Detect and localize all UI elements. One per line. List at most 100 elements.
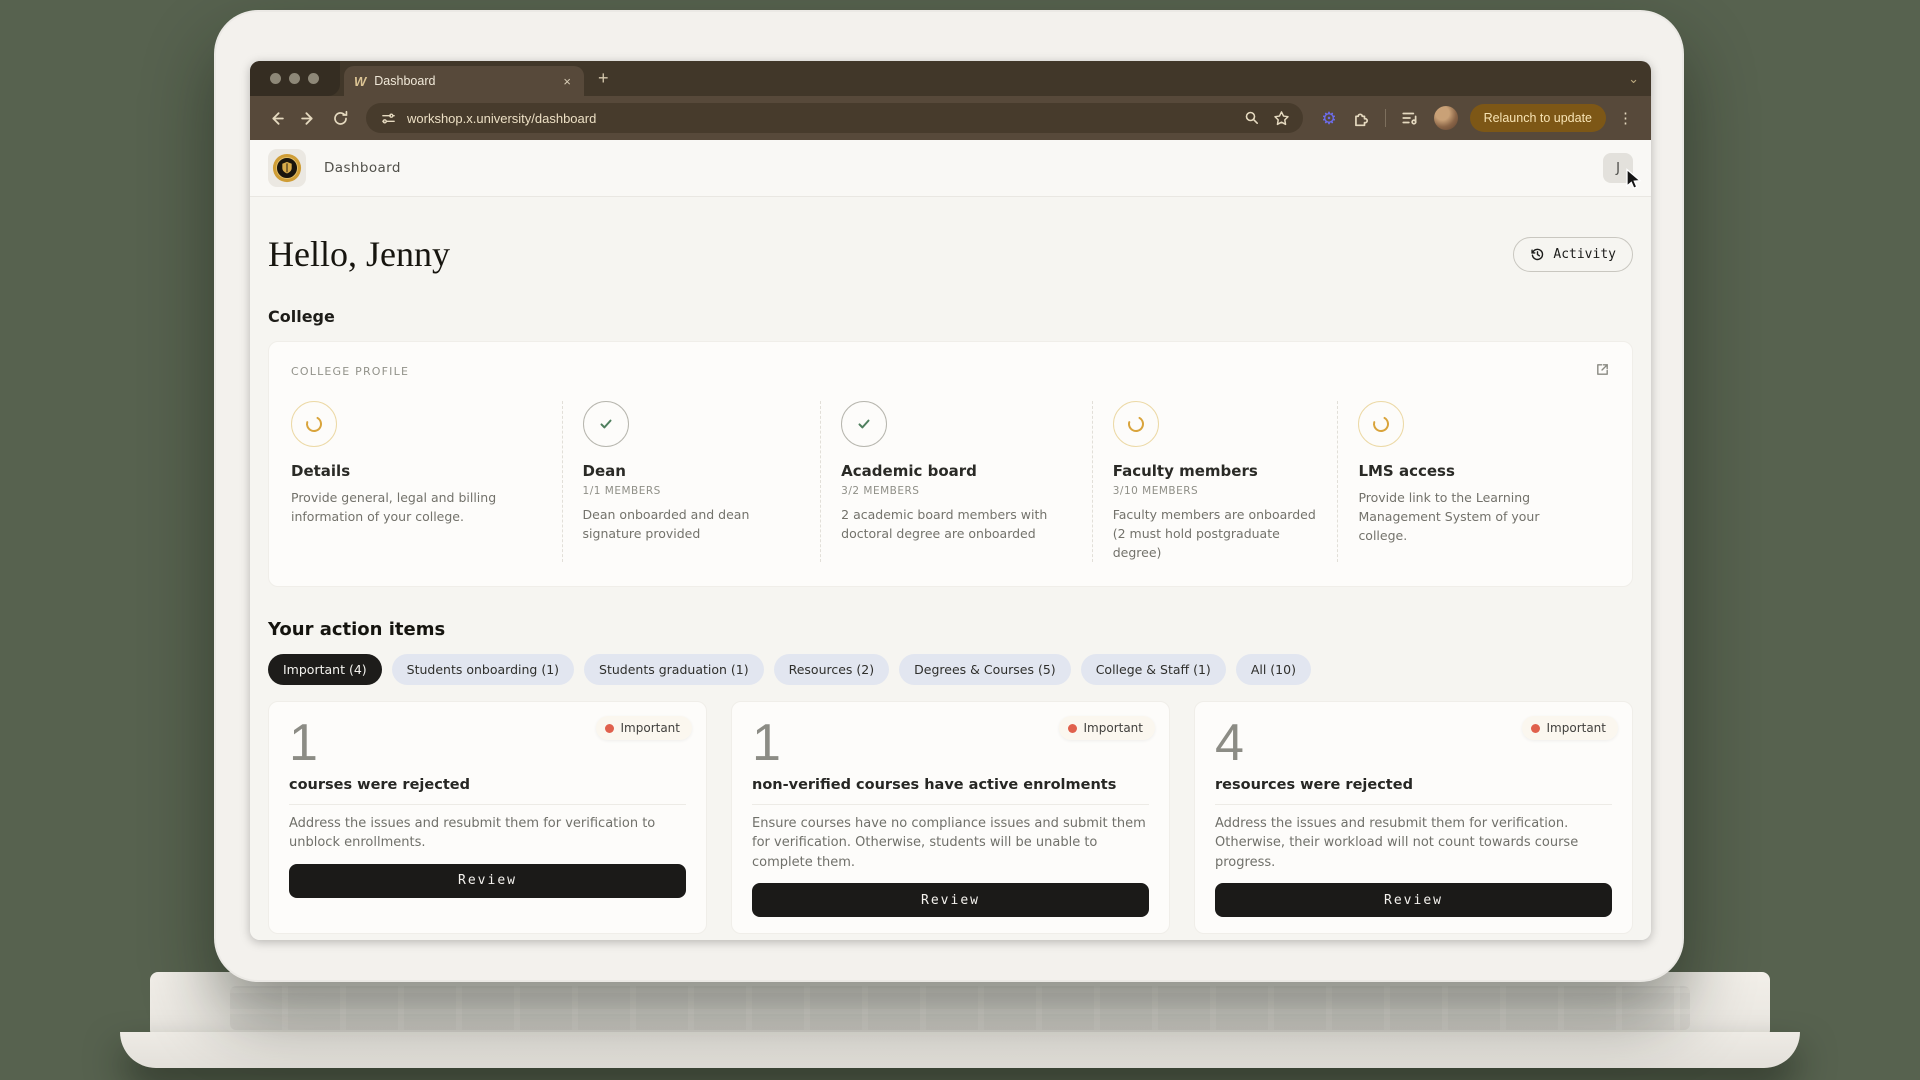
relaunch-to-update-button[interactable]: Relaunch to update <box>1469 104 1606 132</box>
window-maximize-button[interactable] <box>308 73 319 84</box>
card-description: Ensure courses have no compliance issues… <box>752 815 1146 870</box>
important-badge: Important <box>1058 716 1155 741</box>
page-title: Dashboard <box>324 160 401 176</box>
filter-pill[interactable]: Resources (2) <box>773 654 890 686</box>
filter-pill[interactable]: All (10) <box>1235 654 1311 686</box>
browser-tab-dashboard[interactable]: W Dashboard × <box>344 66 584 96</box>
card-description: Address the issues and resubmit them for… <box>289 815 656 851</box>
college-profile-item: Academic board 3/2 MEMBERS 2 academic bo… <box>821 401 1093 563</box>
tab-title: Dashboard <box>374 74 436 88</box>
reload-icon[interactable] <box>328 106 352 130</box>
college-profile-card: COLLEGE PROFILE Details Provide general,… <box>268 341 1633 588</box>
important-dot-icon <box>1067 723 1077 733</box>
college-profile-item: Details Provide general, legal and billi… <box>291 401 563 563</box>
college-profile-item: Faculty members 3/10 MEMBERS Faculty mem… <box>1093 401 1339 563</box>
site-settings-icon[interactable] <box>378 106 398 130</box>
activity-button-label: Activity <box>1553 246 1616 262</box>
window-close-button[interactable] <box>270 73 281 84</box>
tab-list-chevron-icon[interactable]: ⌄ <box>1628 61 1639 96</box>
badge-label: Important <box>1083 721 1144 736</box>
browser-tab-bar: W Dashboard × + ⌄ <box>250 61 1651 96</box>
scene: W Dashboard × + ⌄ workshop.x.university/… <box>0 0 1920 1080</box>
profile-item-description: 2 academic board members with doctoral d… <box>841 507 1048 541</box>
profile-item-title: Academic board <box>841 462 977 480</box>
check-icon <box>600 419 612 429</box>
card-description: Address the issues and resubmit them for… <box>1215 815 1579 870</box>
review-button[interactable]: Review <box>289 863 686 898</box>
action-card: Important 1 courses were rejected Addres… <box>268 701 707 935</box>
progress-spinner-icon <box>1373 416 1390 432</box>
laptop-keyboard <box>230 986 1690 1030</box>
review-button[interactable]: Review <box>1215 883 1612 918</box>
status-circle-icon <box>582 401 629 447</box>
status-circle-icon <box>1358 401 1405 447</box>
filter-pill[interactable]: Degrees & Courses (5) <box>899 654 1071 686</box>
address-bar[interactable]: workshop.x.university/dashboard <box>366 103 1304 133</box>
status-circle-icon <box>1112 401 1159 447</box>
extensions-puzzle-icon[interactable] <box>1349 106 1373 130</box>
important-badge: Important <box>1521 716 1618 741</box>
progress-spinner-icon <box>306 416 322 432</box>
app-header: Dashboard J <box>250 140 1651 197</box>
tab-close-icon[interactable]: × <box>560 74 574 89</box>
open-profile-icon[interactable] <box>1595 362 1610 381</box>
college-profile-item: LMS access Provide link to the Learning … <box>1338 401 1610 562</box>
profile-item-description: Provide link to the Learning Management … <box>1358 490 1540 543</box>
profile-item-title: LMS access <box>1358 462 1455 480</box>
action-items-heading: Your action items <box>268 619 446 641</box>
profile-item-description: Provide general, legal and billing infor… <box>291 490 497 524</box>
profile-item-title: Faculty members <box>1112 462 1258 480</box>
important-badge: Important <box>595 716 692 741</box>
filter-pill[interactable]: Students onboarding (1) <box>391 654 575 686</box>
browser-menu-icon[interactable]: ⋮ <box>1614 109 1637 127</box>
profile-item-title: Dean <box>582 462 626 480</box>
card-divider <box>289 803 686 805</box>
card-divider <box>1215 803 1612 805</box>
crest-logo-icon <box>272 153 302 183</box>
toolbar-divider <box>1384 109 1386 127</box>
important-dot-icon <box>604 723 614 733</box>
filter-pill[interactable]: College & Staff (1) <box>1080 654 1226 686</box>
zoom-icon[interactable] <box>1242 106 1262 130</box>
back-icon[interactable] <box>264 106 288 130</box>
bookmark-star-icon[interactable] <box>1271 106 1291 130</box>
browser-profile-avatar[interactable] <box>1433 106 1458 130</box>
url-text[interactable]: workshop.x.university/dashboard <box>407 111 1233 126</box>
browser-toolbar: workshop.x.university/dashboard ⚙ Relaun… <box>250 96 1651 140</box>
important-dot-icon <box>1530 723 1540 733</box>
history-icon <box>1531 248 1544 260</box>
filter-pills: Important (4) Students onboarding (1) Stud… <box>268 654 1633 686</box>
update-gear-icon[interactable]: ⚙ <box>1317 110 1340 127</box>
dashboard-page: Dashboard J Hello, Jenny Activity Colleg… <box>250 140 1651 940</box>
browser-window: W Dashboard × + ⌄ workshop.x.university/… <box>250 61 1651 940</box>
check-icon <box>858 419 870 429</box>
action-cards: Important 1 courses were rejected Addres… <box>268 701 1633 935</box>
review-button[interactable]: Review <box>752 883 1149 918</box>
new-tab-button[interactable]: + <box>584 61 623 96</box>
profile-item-title: Details <box>291 462 351 480</box>
filter-pill[interactable]: Students graduation (1) <box>584 654 764 686</box>
college-profile-title: COLLEGE PROFILE <box>291 365 410 378</box>
filter-pill[interactable]: Important (4) <box>268 654 382 686</box>
action-card: Important 1 non-verified courses have ac… <box>731 701 1170 935</box>
reading-list-icon[interactable] <box>1398 106 1422 130</box>
status-circle-icon <box>291 401 337 447</box>
forward-icon[interactable] <box>296 106 320 130</box>
window-minimize-button[interactable] <box>289 73 300 84</box>
progress-spinner-icon <box>1127 416 1144 432</box>
card-title: courses were rejected <box>289 776 470 793</box>
card-title: resources were rejected <box>1215 776 1413 793</box>
activity-button[interactable]: Activity <box>1513 236 1633 272</box>
status-circle-icon <box>841 401 888 447</box>
college-section-label: College <box>268 307 335 326</box>
college-profile-columns: Details Provide general, legal and billi… <box>291 401 1610 563</box>
badge-label: Important <box>620 721 681 736</box>
card-divider <box>752 803 1149 805</box>
window-controls[interactable] <box>250 61 340 96</box>
laptop-screen: W Dashboard × + ⌄ workshop.x.university/… <box>214 10 1684 982</box>
mouse-cursor <box>1626 168 1642 190</box>
college-logo[interactable] <box>268 149 306 187</box>
college-profile-item: Dean 1/1 MEMBERS Dean onboarded and dean… <box>563 401 822 563</box>
profile-item-description: Faculty members are onboarded (2 must ho… <box>1112 507 1316 560</box>
profile-item-members: 1/1 MEMBERS <box>582 485 661 497</box>
